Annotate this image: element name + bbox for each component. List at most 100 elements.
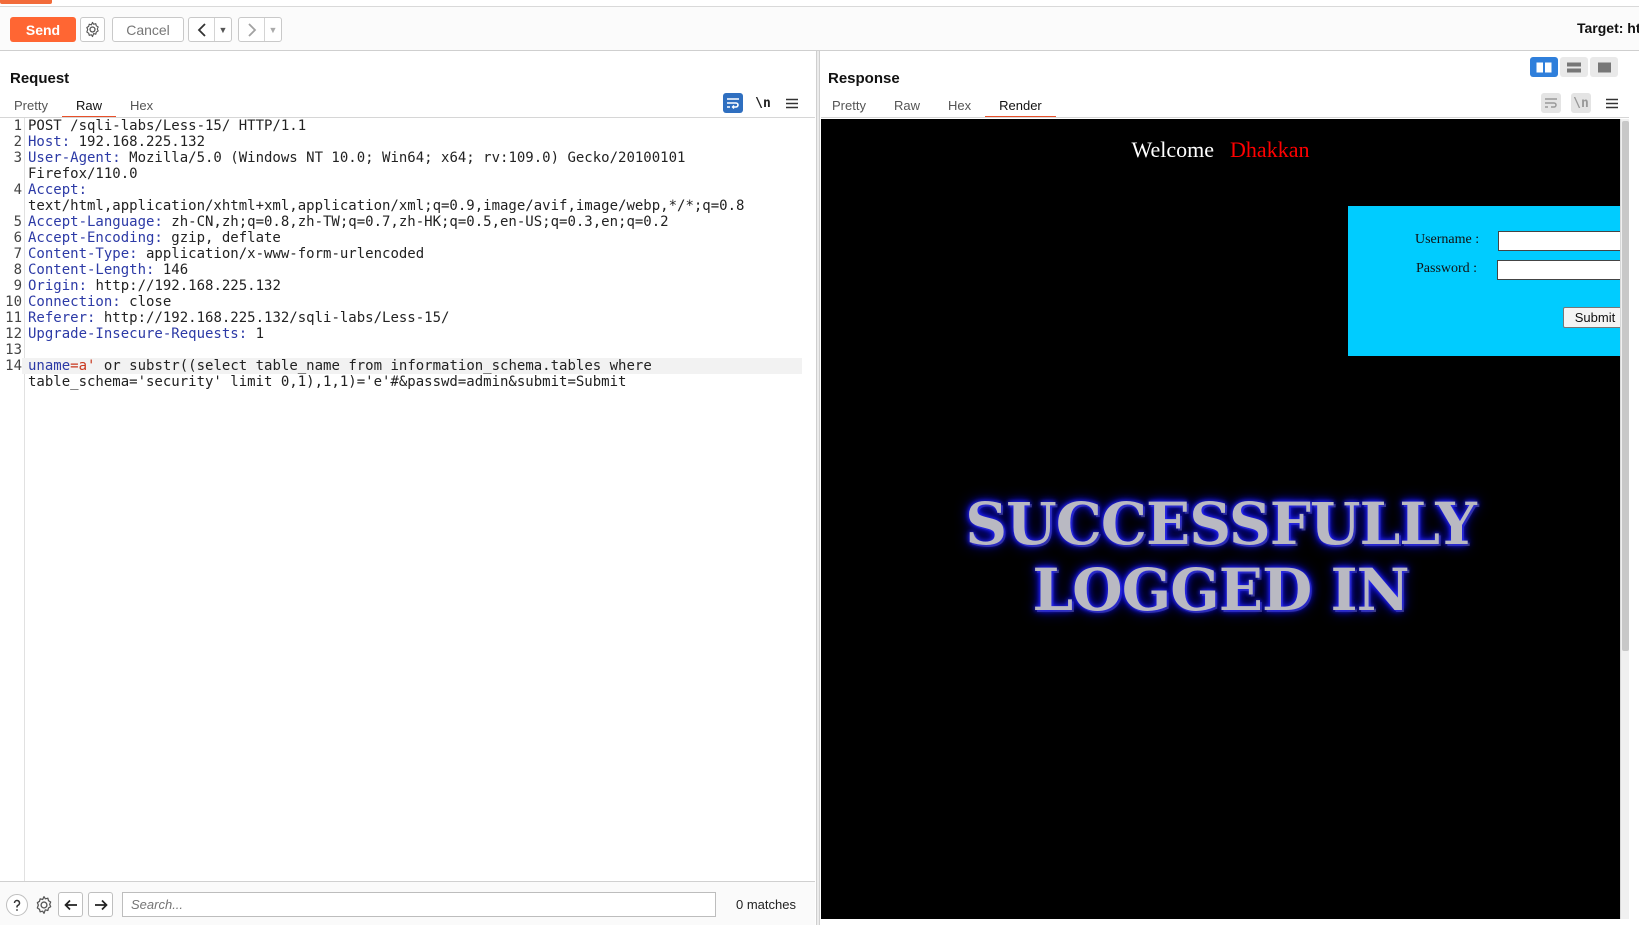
param-equals: = (70, 358, 79, 374)
request-line-text: POST /sqli-labs/Less-15/ HTTP/1.1 (28, 118, 307, 134)
response-render-view: Welcome Dhakkan Username : Password : Sub… (821, 119, 1620, 919)
username-field[interactable] (1498, 231, 1620, 251)
layout-single-button[interactable] (1590, 57, 1618, 77)
scrollbar-thumb[interactable] (1622, 121, 1629, 651)
cancel-button[interactable]: Cancel (112, 17, 184, 42)
request-line[interactable]: 6 Accept-Encoding: gzip, deflate (0, 230, 815, 246)
target-label[interactable]: Target: ht (1577, 20, 1639, 36)
request-line[interactable]: 13 (0, 342, 815, 358)
password-label: Password : (1416, 261, 1478, 276)
submit-button[interactable]: Submit (1563, 307, 1620, 328)
help-icon (13, 899, 21, 911)
line-number: 12 (5, 326, 22, 342)
header-value: 146 (154, 262, 189, 278)
wrap-lines-icon (1545, 98, 1557, 108)
request-line[interactable]: 11 Referer: http://192.168.225.132/sqli-l… (0, 310, 815, 326)
request-line[interactable]: 2 Host: 192.168.225.132 (0, 134, 815, 150)
header-value: close (120, 294, 172, 310)
history-back-button[interactable]: ▼ (188, 17, 232, 42)
request-line[interactable]: 10 Connection: close (0, 294, 815, 310)
help-button[interactable] (6, 894, 28, 916)
request-body-line[interactable]: 14 uname=a' or substr((select table_name… (0, 358, 815, 374)
request-line[interactable]: Firefox/110.0 (0, 166, 815, 182)
layout-stacked-button[interactable] (1560, 57, 1588, 77)
repeater-toolbar: Send Cancel ▼ ▼ Target: ht (0, 7, 1639, 51)
request-line[interactable]: 7 Content-Type: application/x-www-form-ur… (0, 246, 815, 262)
show-newlines-toggle[interactable]: \n (753, 93, 773, 113)
header-value: Mozilla/5.0 (Windows NT 10.0; Win64; x64… (120, 150, 686, 166)
tab-request-pretty[interactable]: Pretty (0, 94, 62, 118)
header-value: 1 (247, 326, 265, 342)
search-input[interactable] (122, 892, 716, 917)
request-body-line-wrap[interactable]: table_schema='security' limit 0,1),1,1)=… (0, 374, 815, 390)
response-show-newlines-toggle[interactable]: \n (1571, 93, 1591, 113)
request-line[interactable]: 9 Origin: http://192.168.225.132 (0, 278, 815, 294)
password-field[interactable] (1497, 260, 1620, 280)
response-menu-button[interactable] (1602, 93, 1622, 113)
request-line[interactable]: 5 Accept-Language: zh-CN,zh;q=0.8,zh-TW;q… (0, 214, 815, 230)
history-forward-button[interactable]: ▼ (238, 17, 282, 42)
search-previous-button[interactable] (58, 892, 83, 917)
layout-side-by-side-button[interactable] (1530, 57, 1558, 77)
request-code[interactable]: 1 POST /sqli-labs/Less-15/ HTTP/1.1 2 Host:… (0, 118, 815, 390)
tab-request-raw[interactable]: Raw (61, 94, 116, 118)
line-number: 13 (5, 342, 22, 358)
line-number: 10 (5, 294, 22, 310)
response-tabs-divider (821, 117, 1629, 118)
forward-arrow-icon[interactable] (239, 18, 265, 41)
header-value: application/x-www-form-urlencoded (137, 246, 425, 262)
header-name: Accept: (28, 182, 88, 198)
response-wrap-lines-toggle[interactable] (1541, 93, 1561, 113)
header-name: Upgrade-Insecure-Requests: (28, 326, 248, 342)
request-line[interactable]: text/html,application/xhtml+xml,applicat… (0, 198, 815, 214)
back-dropdown-icon[interactable]: ▼ (215, 18, 231, 41)
welcome-heading: Welcome Dhakkan (821, 137, 1620, 163)
hamburger-menu-icon (1606, 98, 1618, 108)
tab-response-hex[interactable]: Hex (934, 94, 985, 118)
arrow-left-icon (63, 899, 77, 910)
request-menu-button[interactable] (782, 93, 802, 113)
settings-button[interactable] (80, 17, 105, 42)
columns-icon (1536, 62, 1552, 72)
request-line-text: text/html,application/xhtml+xml,applicat… (28, 198, 745, 214)
welcome-text: Welcome (1131, 137, 1215, 162)
param-key: uname (28, 358, 71, 374)
request-line[interactable]: 12 Upgrade-Insecure-Requests: 1 (0, 326, 815, 342)
header-name: User-Agent: (28, 150, 121, 166)
line-number: 8 (13, 262, 22, 278)
gear-icon (36, 895, 51, 914)
request-line-text: Firefox/110.0 (28, 166, 138, 182)
search-next-button[interactable] (88, 892, 113, 917)
line-number: 3 (13, 150, 22, 166)
request-editor[interactable]: 1 POST /sqli-labs/Less-15/ HTTP/1.1 2 Host:… (0, 118, 815, 881)
line-number (0, 166, 22, 182)
pane-splitter[interactable] (816, 51, 820, 925)
response-pane-title: Response (828, 70, 900, 87)
send-button[interactable]: Send (10, 17, 76, 42)
request-line[interactable]: 4 Accept: (0, 182, 815, 198)
line-number: 4 (13, 182, 22, 198)
repeater-window: Send Cancel ▼ ▼ Target: ht Request Prett… (0, 0, 1639, 925)
search-settings-button[interactable] (31, 892, 56, 917)
hamburger-menu-icon (786, 98, 798, 108)
header-name: Content-Type: (28, 246, 138, 262)
header-name: Accept-Encoding: (28, 230, 163, 246)
header-name: Origin: (28, 278, 88, 294)
arrow-right-icon (94, 899, 108, 910)
forward-dropdown-icon[interactable]: ▼ (265, 18, 281, 41)
line-number: 11 (5, 310, 22, 326)
tab-request-hex[interactable]: Hex (116, 94, 167, 118)
tab-response-render[interactable]: Render (985, 94, 1056, 118)
line-number: 1 (13, 118, 22, 134)
request-line[interactable]: 8 Content-Length: 146 (0, 262, 815, 278)
tab-response-pretty[interactable]: Pretty (818, 94, 880, 118)
request-pane-title: Request (10, 70, 70, 87)
request-line[interactable]: 3 User-Agent: Mozilla/5.0 (Windows NT 10.… (0, 150, 815, 166)
back-arrow-icon[interactable] (189, 18, 215, 41)
line-number: 9 (13, 278, 22, 294)
request-line[interactable]: 1 POST /sqli-labs/Less-15/ HTTP/1.1 (0, 118, 815, 134)
line-number: 6 (13, 230, 22, 246)
render-scrollbar[interactable] (1620, 119, 1629, 919)
tab-response-raw[interactable]: Raw (880, 94, 934, 118)
wrap-lines-toggle[interactable] (723, 93, 743, 113)
